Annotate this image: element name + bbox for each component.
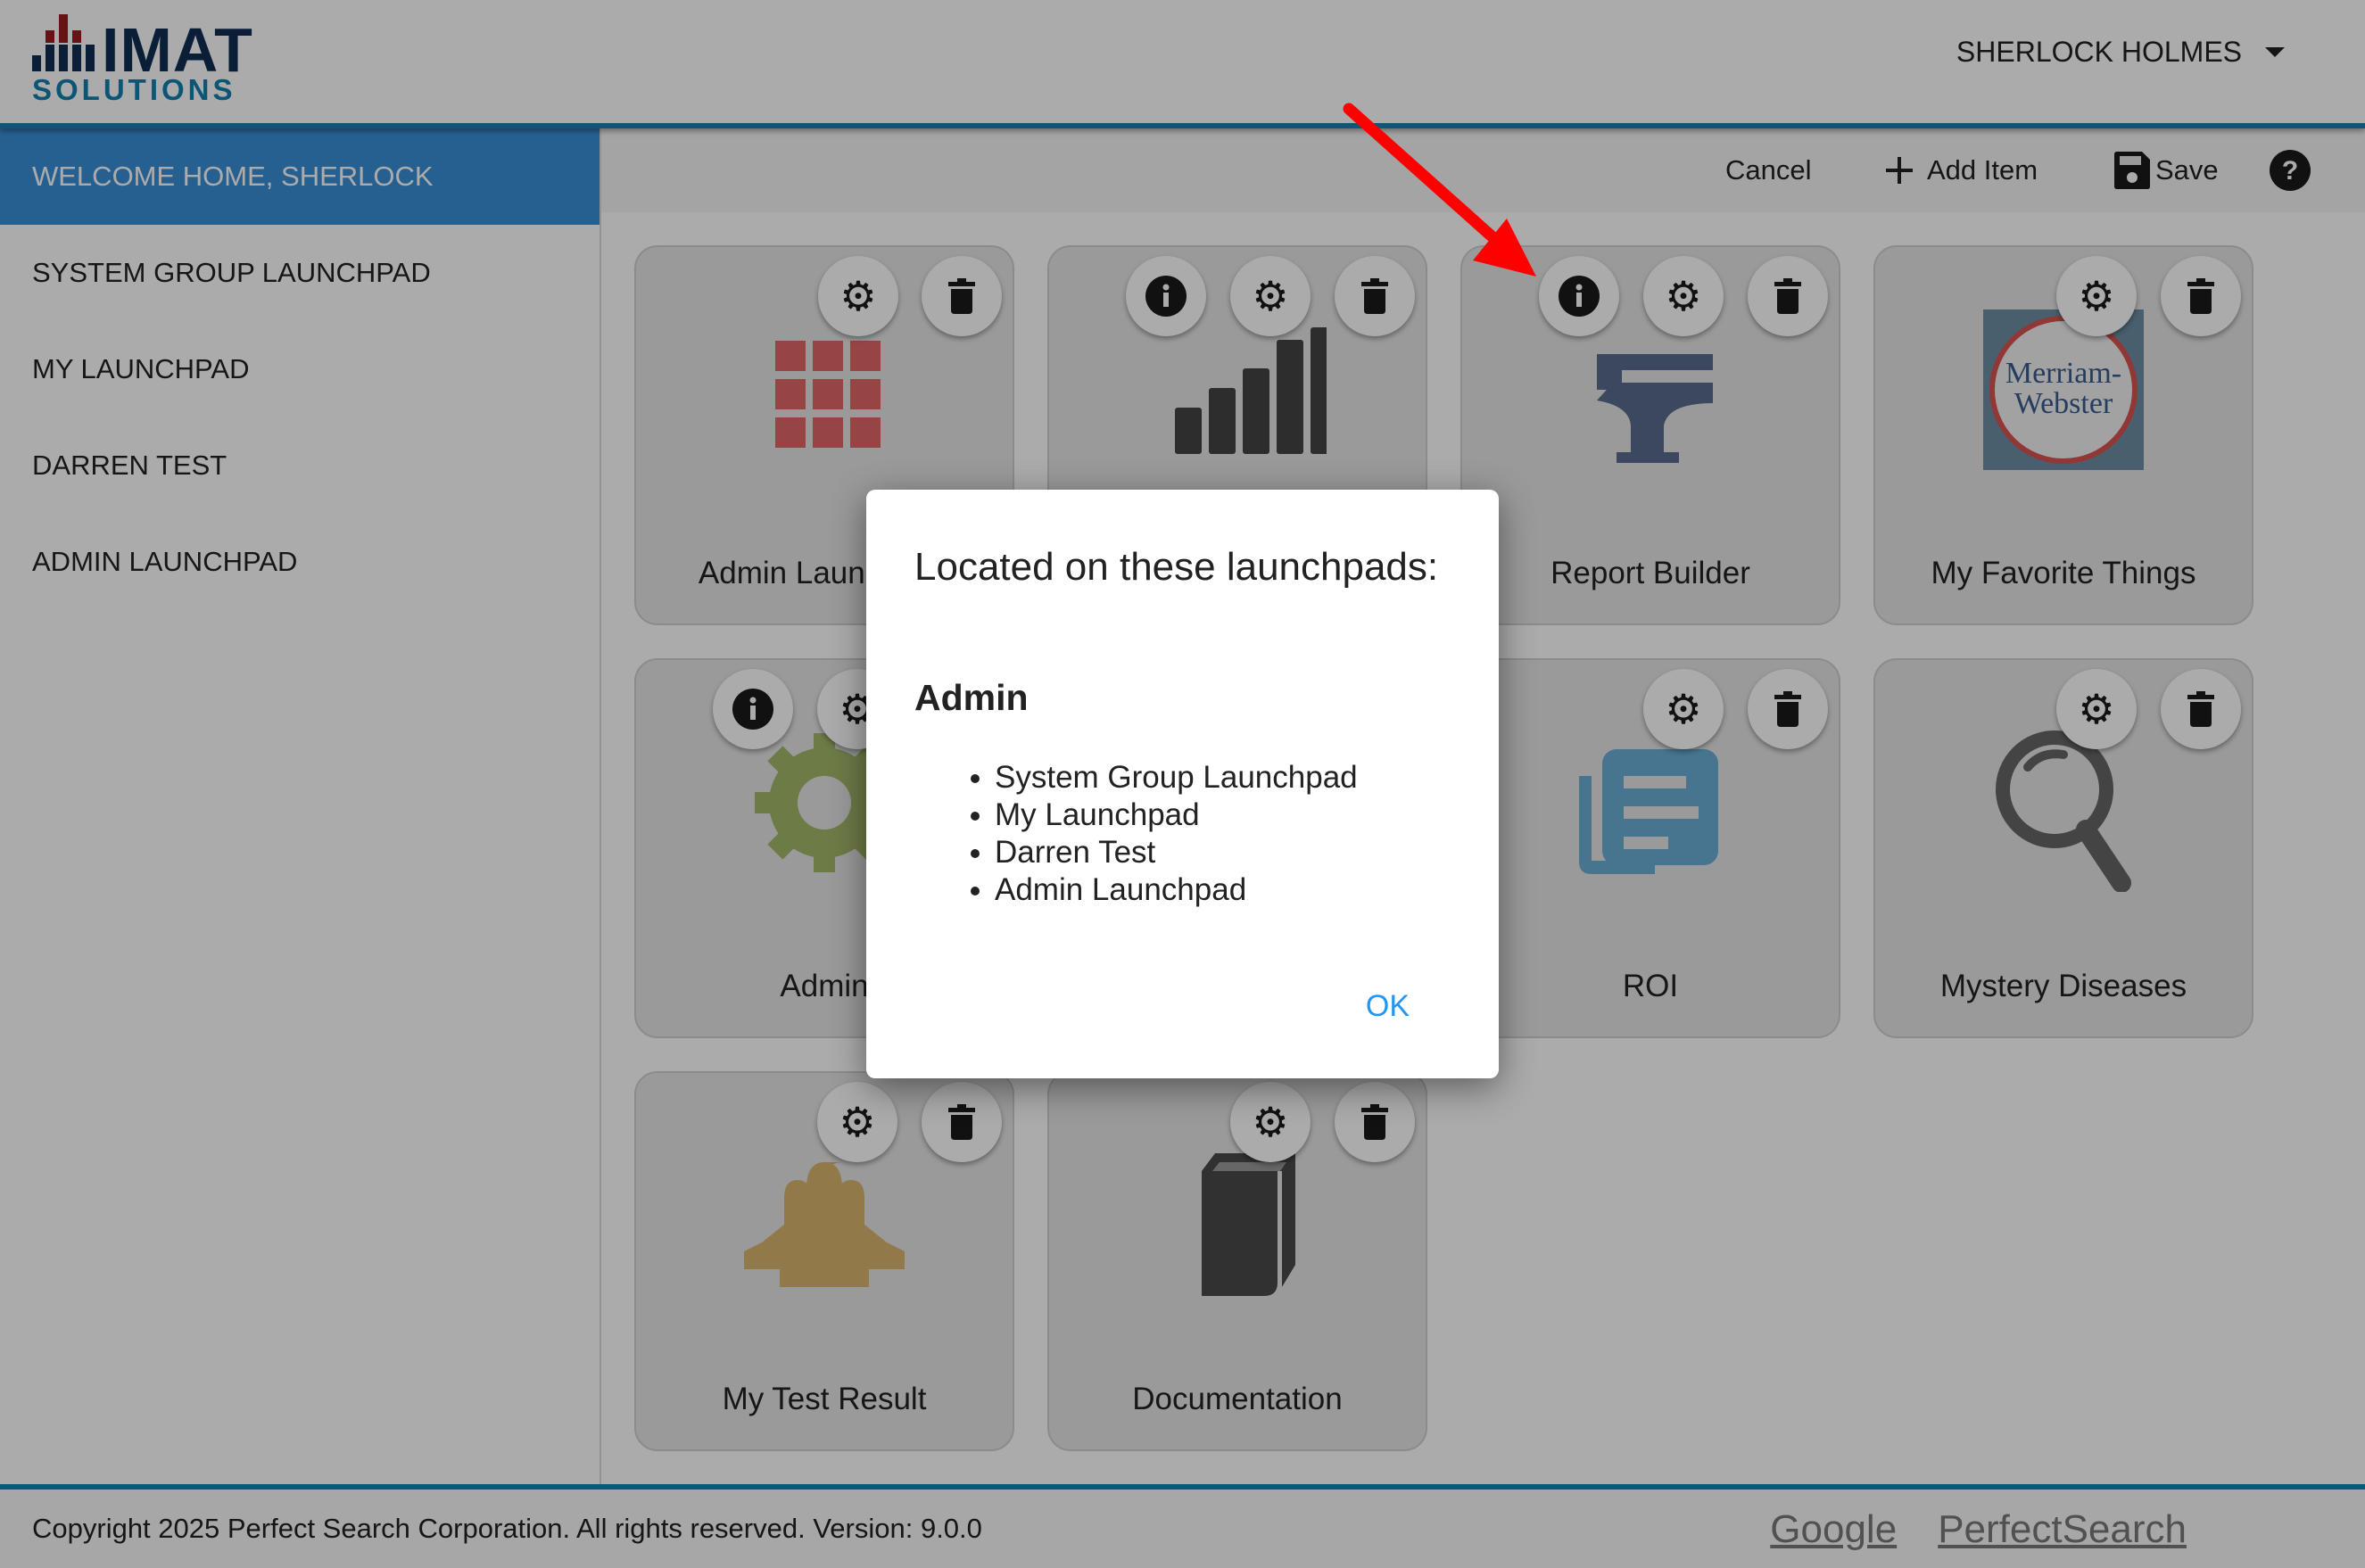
list-item: Darren Test bbox=[995, 834, 1358, 871]
list-item: Admin Launchpad bbox=[995, 871, 1358, 909]
dialog-group-heading: Admin bbox=[914, 677, 1029, 718]
launchpad-locations-dialog: Located on these launchpads: Admin Syste… bbox=[866, 490, 1499, 1078]
launchpad-list: System Group Launchpad My Launchpad Darr… bbox=[914, 759, 1358, 909]
dialog-title: Located on these launchpads: bbox=[914, 545, 1439, 589]
list-item: System Group Launchpad bbox=[995, 759, 1358, 796]
ok-button[interactable]: OK bbox=[1366, 989, 1410, 1024]
list-item: My Launchpad bbox=[995, 796, 1358, 834]
